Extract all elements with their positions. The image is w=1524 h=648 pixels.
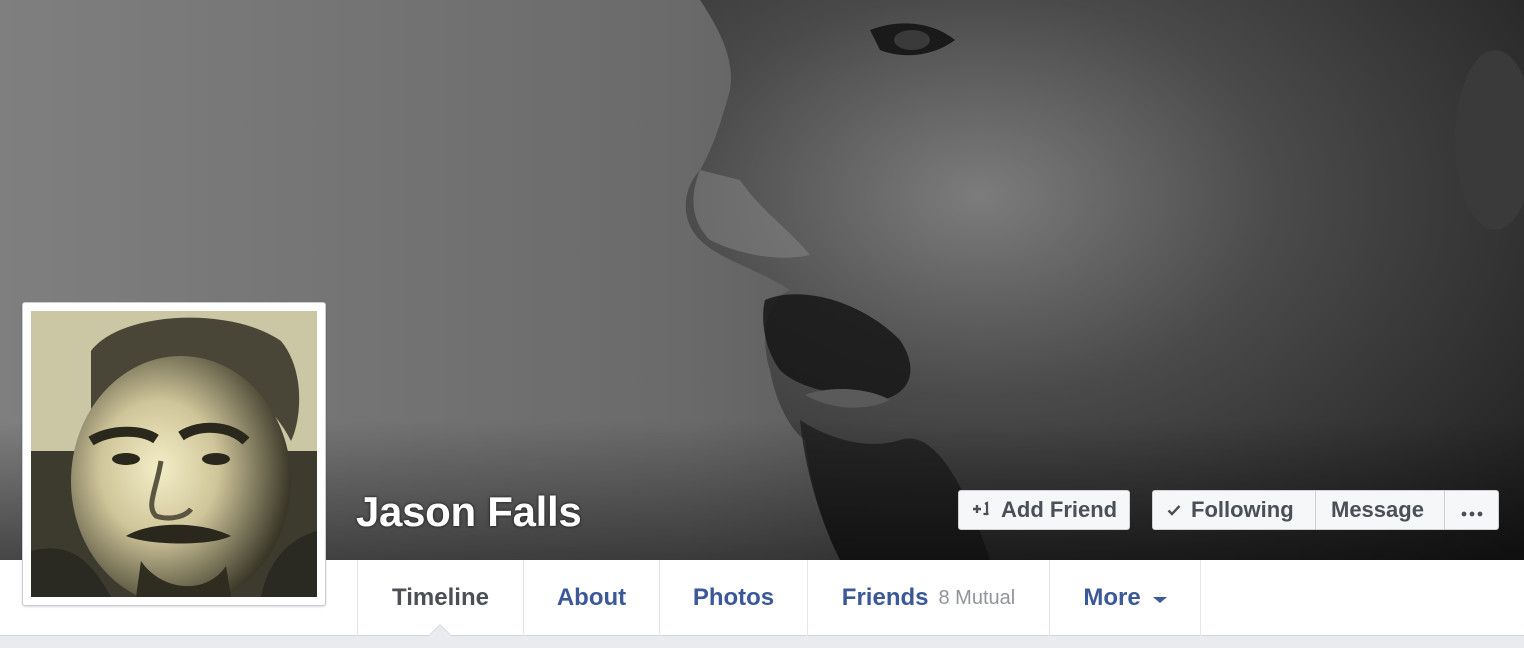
tab-about[interactable]: About [523,560,659,636]
add-friend-button[interactable]: Add Friend [958,490,1130,530]
page-background-strip [0,636,1524,648]
tab-photos[interactable]: Photos [659,560,807,636]
following-button[interactable]: Following [1153,491,1316,529]
tab-label: More [1083,584,1141,611]
following-label: Following [1191,497,1294,522]
active-tab-indicator [428,624,452,636]
profile-page: Jason Falls Add Friend Following Message [0,0,1524,648]
mutual-friends-count: 8 Mutual [938,586,1016,609]
chevron-down-icon [1152,597,1167,603]
message-label: Message [1331,497,1424,522]
tab-label: Photos [692,584,775,611]
profile-picture[interactable] [31,311,317,597]
profile-action-group: Following Message [1152,490,1499,530]
profile-picture-frame[interactable] [22,302,326,606]
tab-label: Friends [841,584,929,611]
profile-name[interactable]: Jason Falls [356,486,582,538]
tab-more[interactable]: More [1049,560,1201,636]
tab-label: Timeline [392,584,489,611]
more-options-button[interactable] [1445,491,1498,529]
add-friend-label: Add Friend [1001,497,1118,522]
ellipsis-icon [1461,497,1483,523]
message-button[interactable]: Message [1316,491,1445,529]
tab-label: About [556,584,627,611]
profile-picture-illustration [31,311,317,597]
checkmark-icon [1167,500,1181,521]
add-friend-icon [971,500,991,521]
tab-friends[interactable]: Friends 8 Mutual [807,560,1049,636]
